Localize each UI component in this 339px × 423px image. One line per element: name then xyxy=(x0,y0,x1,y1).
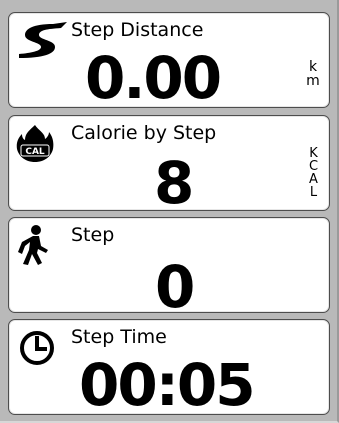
walking-person-icon xyxy=(15,224,51,270)
calorie-value: 8 xyxy=(154,149,194,211)
calorie-card: CAL Calorie by Step 8 KCAL xyxy=(8,115,330,211)
step-time-title: Step Time xyxy=(71,326,167,348)
step-time-card: Step Time 00:05 xyxy=(8,319,330,415)
calorie-flame-icon: CAL xyxy=(15,123,55,167)
step-distance-title: Step Distance xyxy=(71,19,204,41)
clock-icon xyxy=(17,328,57,372)
calorie-unit: KCAL xyxy=(306,146,321,198)
step-card: Step 0 xyxy=(8,217,330,313)
road-icon xyxy=(15,21,69,63)
fitness-stats-panel: Step Distance 0.00 km CAL Calorie by Ste… xyxy=(0,0,339,423)
step-time-value: 00:05 xyxy=(79,351,256,415)
step-distance-unit: km xyxy=(305,59,321,87)
calorie-title: Calorie by Step xyxy=(71,122,217,144)
step-value: 0 xyxy=(155,253,195,313)
step-distance-card: Step Distance 0.00 km xyxy=(8,12,330,108)
step-distance-value: 0.00 xyxy=(85,44,222,108)
calorie-icon-text: CAL xyxy=(25,147,45,157)
step-title: Step xyxy=(71,224,115,246)
